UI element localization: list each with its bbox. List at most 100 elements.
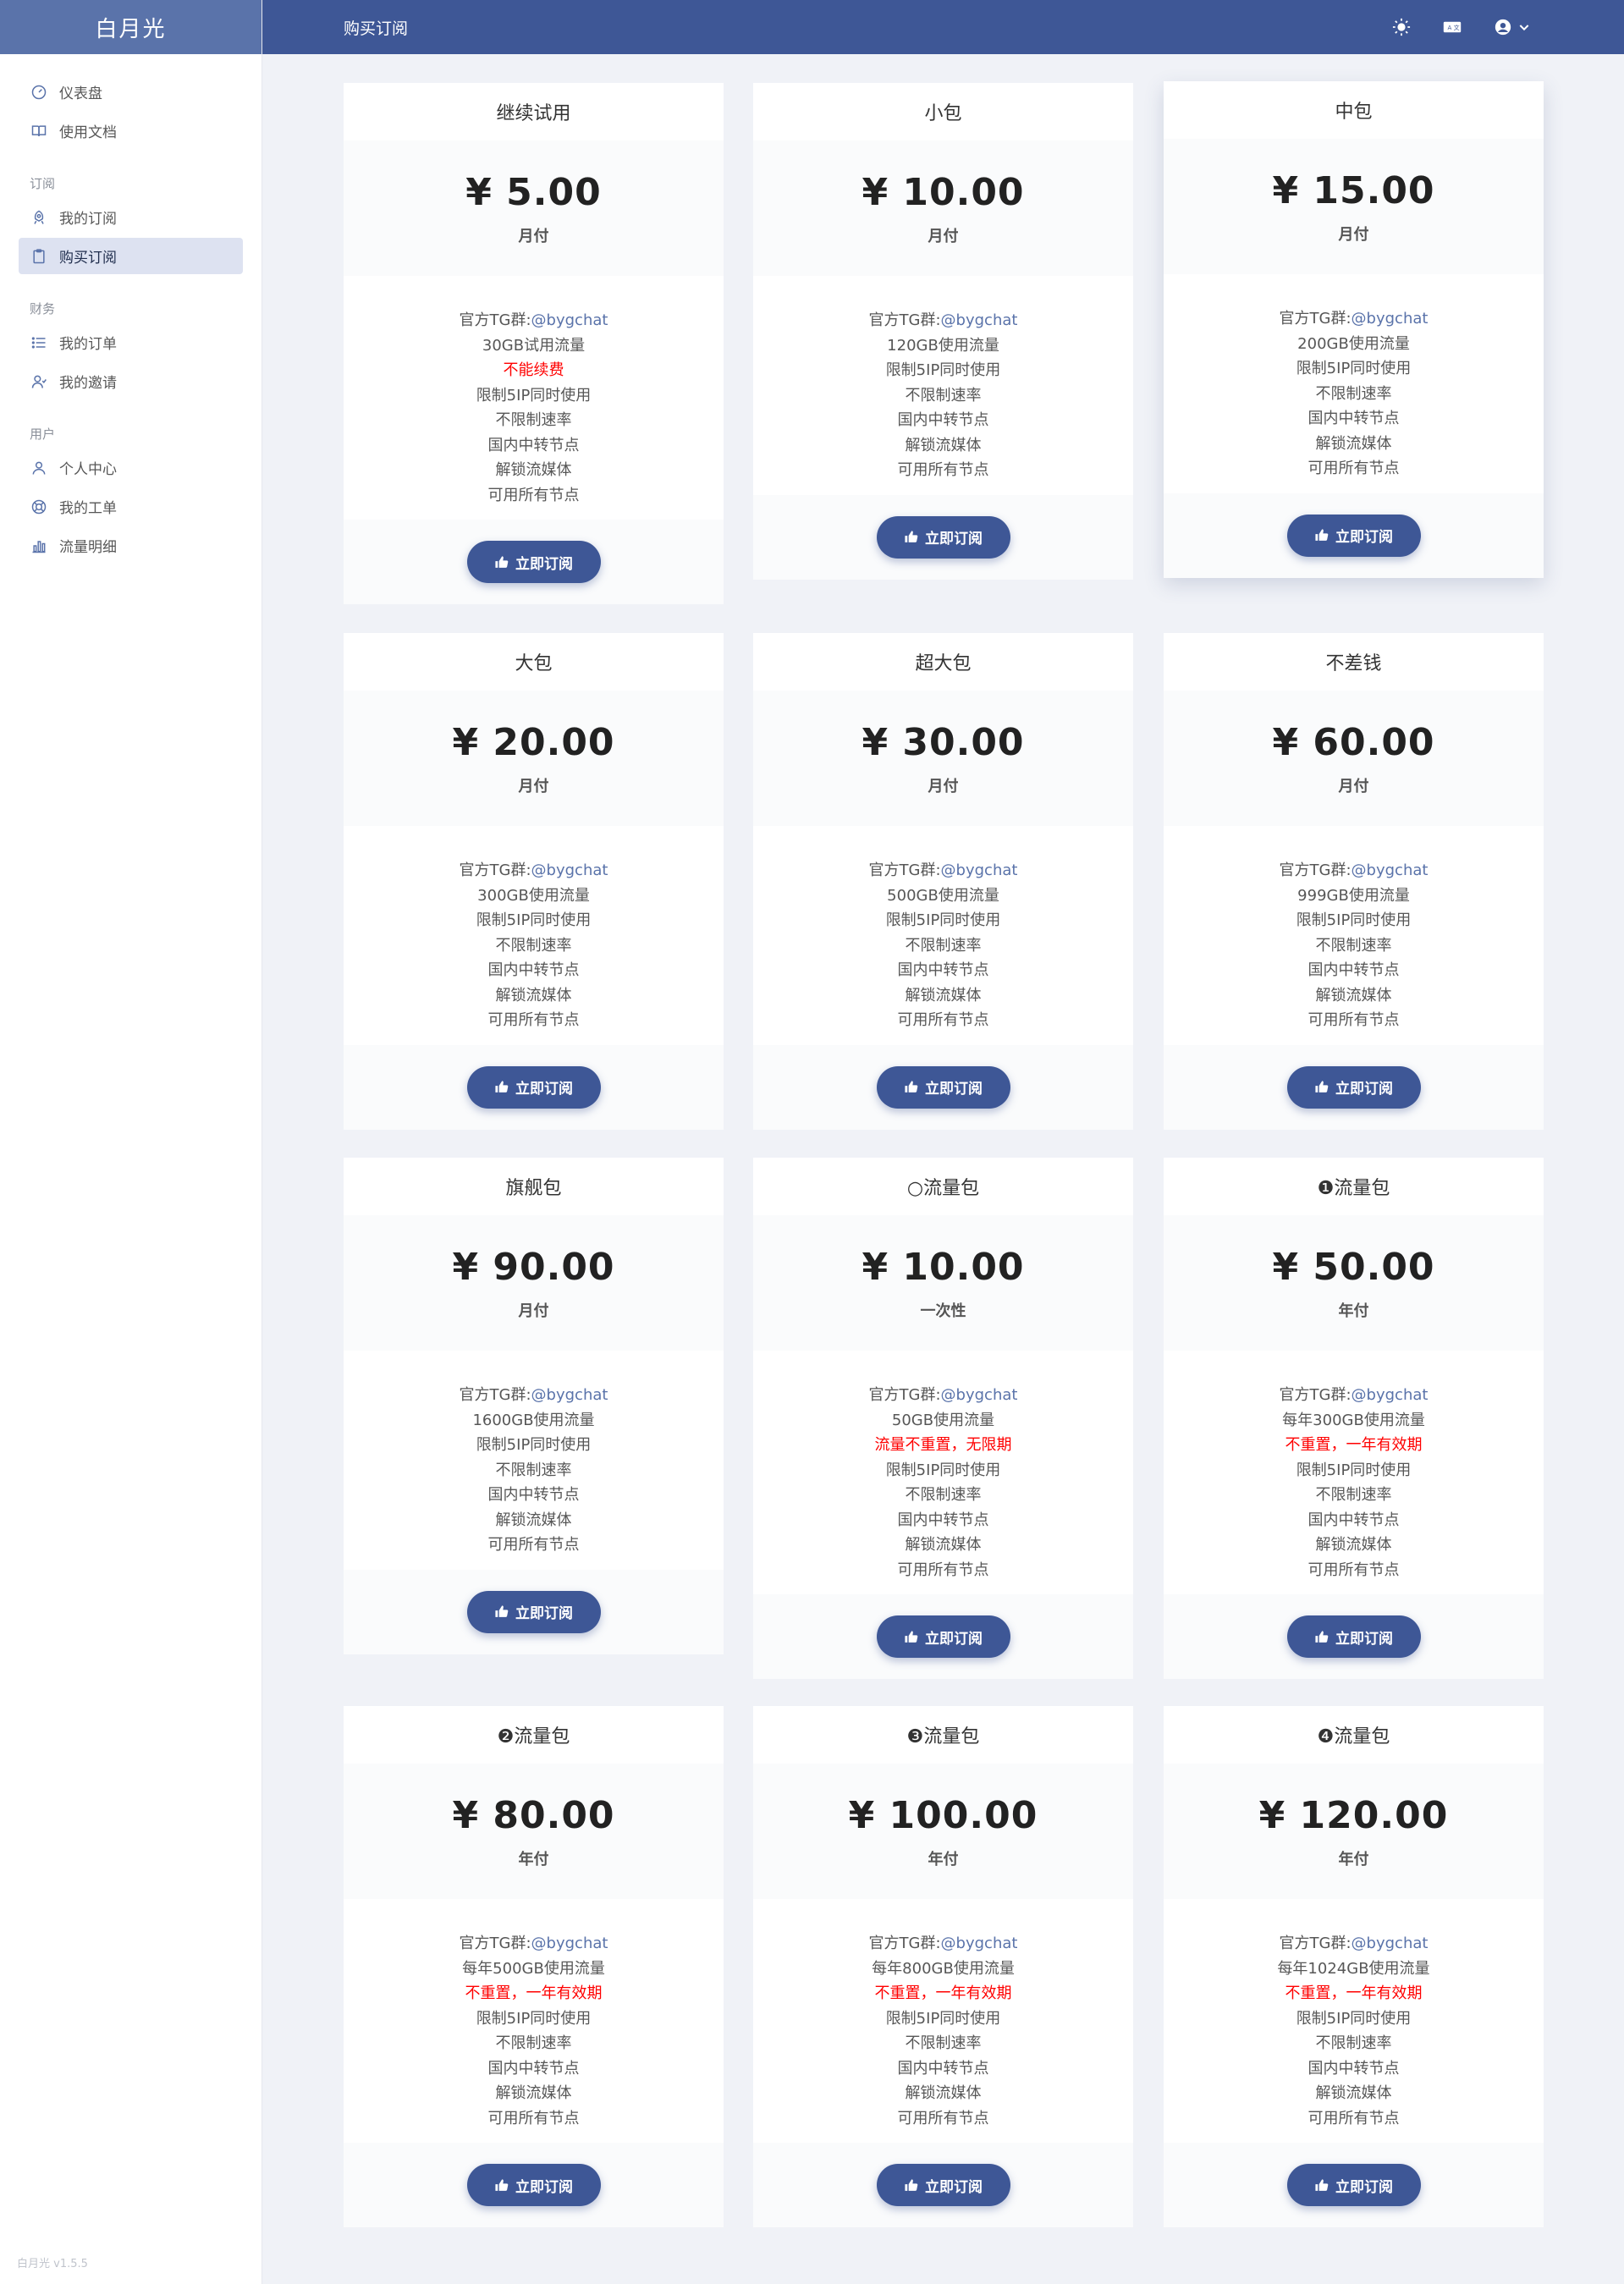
plan-features: 官方TG群:@bygchat 每年800GB使用流量 不重置，一年有效期 限制5IP同… [753,1899,1133,2143]
thumbs-up-icon [494,2178,509,2193]
tg-link[interactable]: @bygchat [531,311,608,329]
tg-link[interactable]: @bygchat [531,861,608,879]
sidebar-item-tickets[interactable]: 我的工单 [19,488,243,525]
plan-features: 官方TG群:@bygchat 每年300GB使用流量 不重置，一年有效期 限制5IP同… [1164,1351,1544,1594]
tg-prefix: 官方TG群: [459,1386,531,1404]
plan-footer: 立即订阅 [1164,1044,1544,1130]
plan-feature: 可用所有节点 [897,1560,989,1579]
plan-features: 官方TG群:@bygchat 500GB使用流量 限制5IP同时使用 不限制速率 国内中… [753,826,1133,1045]
plan-card: 超大包 ¥ 30.00 月付 官方TG群:@bygchat 500GB使用流量 限制5IP… [753,633,1133,1130]
plan-feature: 国内中转节点 [487,2059,580,2078]
sidebar-item-my-orders[interactable]: 我的订单 [19,324,243,360]
tg-link[interactable]: @bygchat [941,311,1018,329]
plan-card: ❷流量包 ¥ 80.00 年付 官方TG群:@bygchat 每年500GB使用流量 不重… [344,1706,724,2227]
plan-period: 月付 [518,1302,549,1320]
plan-footer: 立即订阅 [344,1044,724,1130]
tg-link[interactable]: @bygchat [941,1935,1018,1952]
subscribe-button[interactable]: 立即订阅 [1286,514,1421,557]
plan-features: 官方TG群:@bygchat 30GB试用流量 不能续费 限制5IP同时使用 不限制速率… [344,276,724,520]
subscribe-button[interactable]: 立即订阅 [1286,2164,1421,2206]
tg-prefix: 官方TG群: [1279,310,1351,327]
thumbs-up-icon [494,1604,509,1619]
plan-feature: 限制5IP同时使用 [885,2009,1001,2028]
subscribe-button[interactable]: 立即订阅 [876,515,1010,559]
svg-text:文: 文 [1454,24,1460,31]
plan-card: ○流量包 ¥ 10.00 一次性 官方TG群:@bygchat 50GB使用流量 流量不重… [753,1158,1133,1679]
plan-card: 不差钱 ¥ 60.00 月付 官方TG群:@bygchat 999GB使用流量 限制5IP… [1164,633,1544,1130]
tg-link[interactable]: @bygchat [941,1386,1018,1404]
subscribe-button[interactable]: 立即订阅 [466,1590,601,1633]
plan-feature: 可用所有节点 [1307,1560,1400,1579]
sidebar-nav: 仪表盘 使用文档 订阅 我的订阅 购买订阅 财务 我的订单 我的邀请 用户 个人… [0,54,261,564]
thumbs-up-icon [494,555,509,570]
subscribe-button[interactable]: 立即订阅 [1286,1065,1421,1109]
rocket-icon [30,209,47,226]
plan-feature: 不限制速率 [905,386,982,405]
tg-prefix: 官方TG群: [868,311,941,329]
tg-link[interactable]: @bygchat [1351,861,1429,879]
tg-link[interactable]: @bygchat [531,1386,608,1404]
plan-feature: 解锁流媒体 [495,461,572,479]
sidebar-item-docs[interactable]: 使用文档 [19,113,243,149]
plan-name: ❸流量包 [906,1726,980,1747]
tg-link[interactable]: @bygchat [1351,1386,1429,1404]
plan-card: 中包 ¥ 15.00 月付 官方TG群:@bygchat 200GB使用流量 限制5IP同… [1164,81,1544,578]
sidebar-item-my-invites[interactable]: 我的邀请 [19,363,243,399]
tg-prefix: 官方TG群: [868,1935,941,1952]
plan-feature: 国内中转节点 [487,961,580,979]
subscribe-button[interactable]: 立即订阅 [876,1065,1010,1109]
users-icon [30,373,47,390]
subscribe-button[interactable]: 立即订阅 [876,2164,1010,2206]
subscribe-button[interactable]: 立即订阅 [1286,1615,1421,1658]
plan-footer: 立即订阅 [344,520,724,604]
brand-logo[interactable]: 白月光 [0,0,261,54]
plan-feature: 不限制速率 [905,2034,982,2052]
plan-feature: 可用所有节点 [897,1011,989,1029]
plan-price-block: ¥ 30.00 月付 [753,691,1133,826]
plan-card: ❶流量包 ¥ 50.00 年付 官方TG群:@bygchat 每年300GB使用流量 不重… [1164,1158,1544,1679]
sidebar-item-traffic[interactable]: 流量明细 [19,527,243,564]
plan-footer: 立即订阅 [753,1594,1133,1679]
plan-period: 年付 [518,1850,549,1868]
user-menu[interactable] [1494,18,1531,36]
sidebar-item-label: 使用文档 [59,124,117,141]
plan-price-block: ¥ 90.00 月付 [344,1215,724,1351]
sidebar-item-label: 我的工单 [59,500,117,517]
plan-feature: 不重置，一年有效期 [1285,1984,1423,2002]
sidebar-item-my-subscription[interactable]: 我的订阅 [19,199,243,235]
plan-feature: 流量不重置，无限期 [874,1436,1012,1454]
plan-name: ❶流量包 [1317,1178,1390,1199]
tg-link[interactable]: @bygchat [1351,310,1429,327]
plan-footer: 立即订阅 [753,494,1133,580]
plan-name: 小包 [924,103,962,124]
plan-feature: 国内中转节点 [897,411,989,429]
translate-icon[interactable]: A文 [1443,18,1462,36]
plan-price: ¥ 30.00 [862,720,1025,764]
plan-feature: 解锁流媒体 [495,2084,572,2102]
plan-card: 小包 ¥ 10.00 月付 官方TG群:@bygchat 120GB使用流量 限制5IP同… [753,83,1133,580]
thumbs-up-icon [1314,1630,1329,1644]
bar-chart-icon [30,537,47,554]
tg-prefix: 官方TG群: [1279,1386,1351,1404]
tg-link[interactable]: @bygchat [531,1935,608,1952]
plan-feature: 解锁流媒体 [495,1511,572,1529]
plan-feature: 不限制速率 [905,1486,982,1504]
plan-feature: 限制5IP同时使用 [1296,1461,1412,1479]
plan-name: 中包 [1335,102,1373,123]
sidebar-item-dashboard[interactable]: 仪表盘 [19,74,243,110]
sidebar-item-buy-subscription[interactable]: 购买订阅 [19,238,243,274]
subscribe-button[interactable]: 立即订阅 [466,2164,601,2206]
user-icon [30,460,47,476]
tg-link[interactable]: @bygchat [1351,1935,1429,1952]
subscribe-button-label: 立即订阅 [1335,529,1393,545]
subscribe-button[interactable]: 立即订阅 [876,1615,1010,1658]
plan-feature: 国内中转节点 [1307,2059,1400,2078]
subscribe-button-label: 立即订阅 [1335,2178,1393,2195]
sidebar-item-profile[interactable]: 个人中心 [19,449,243,486]
subscribe-button[interactable]: 立即订阅 [466,541,601,583]
thumbs-up-icon [1314,528,1329,542]
theme-toggle-icon[interactable] [1392,18,1411,36]
tg-link[interactable]: @bygchat [941,861,1018,879]
plan-price: ¥ 80.00 [452,1793,615,1837]
subscribe-button[interactable]: 立即订阅 [466,1065,601,1109]
